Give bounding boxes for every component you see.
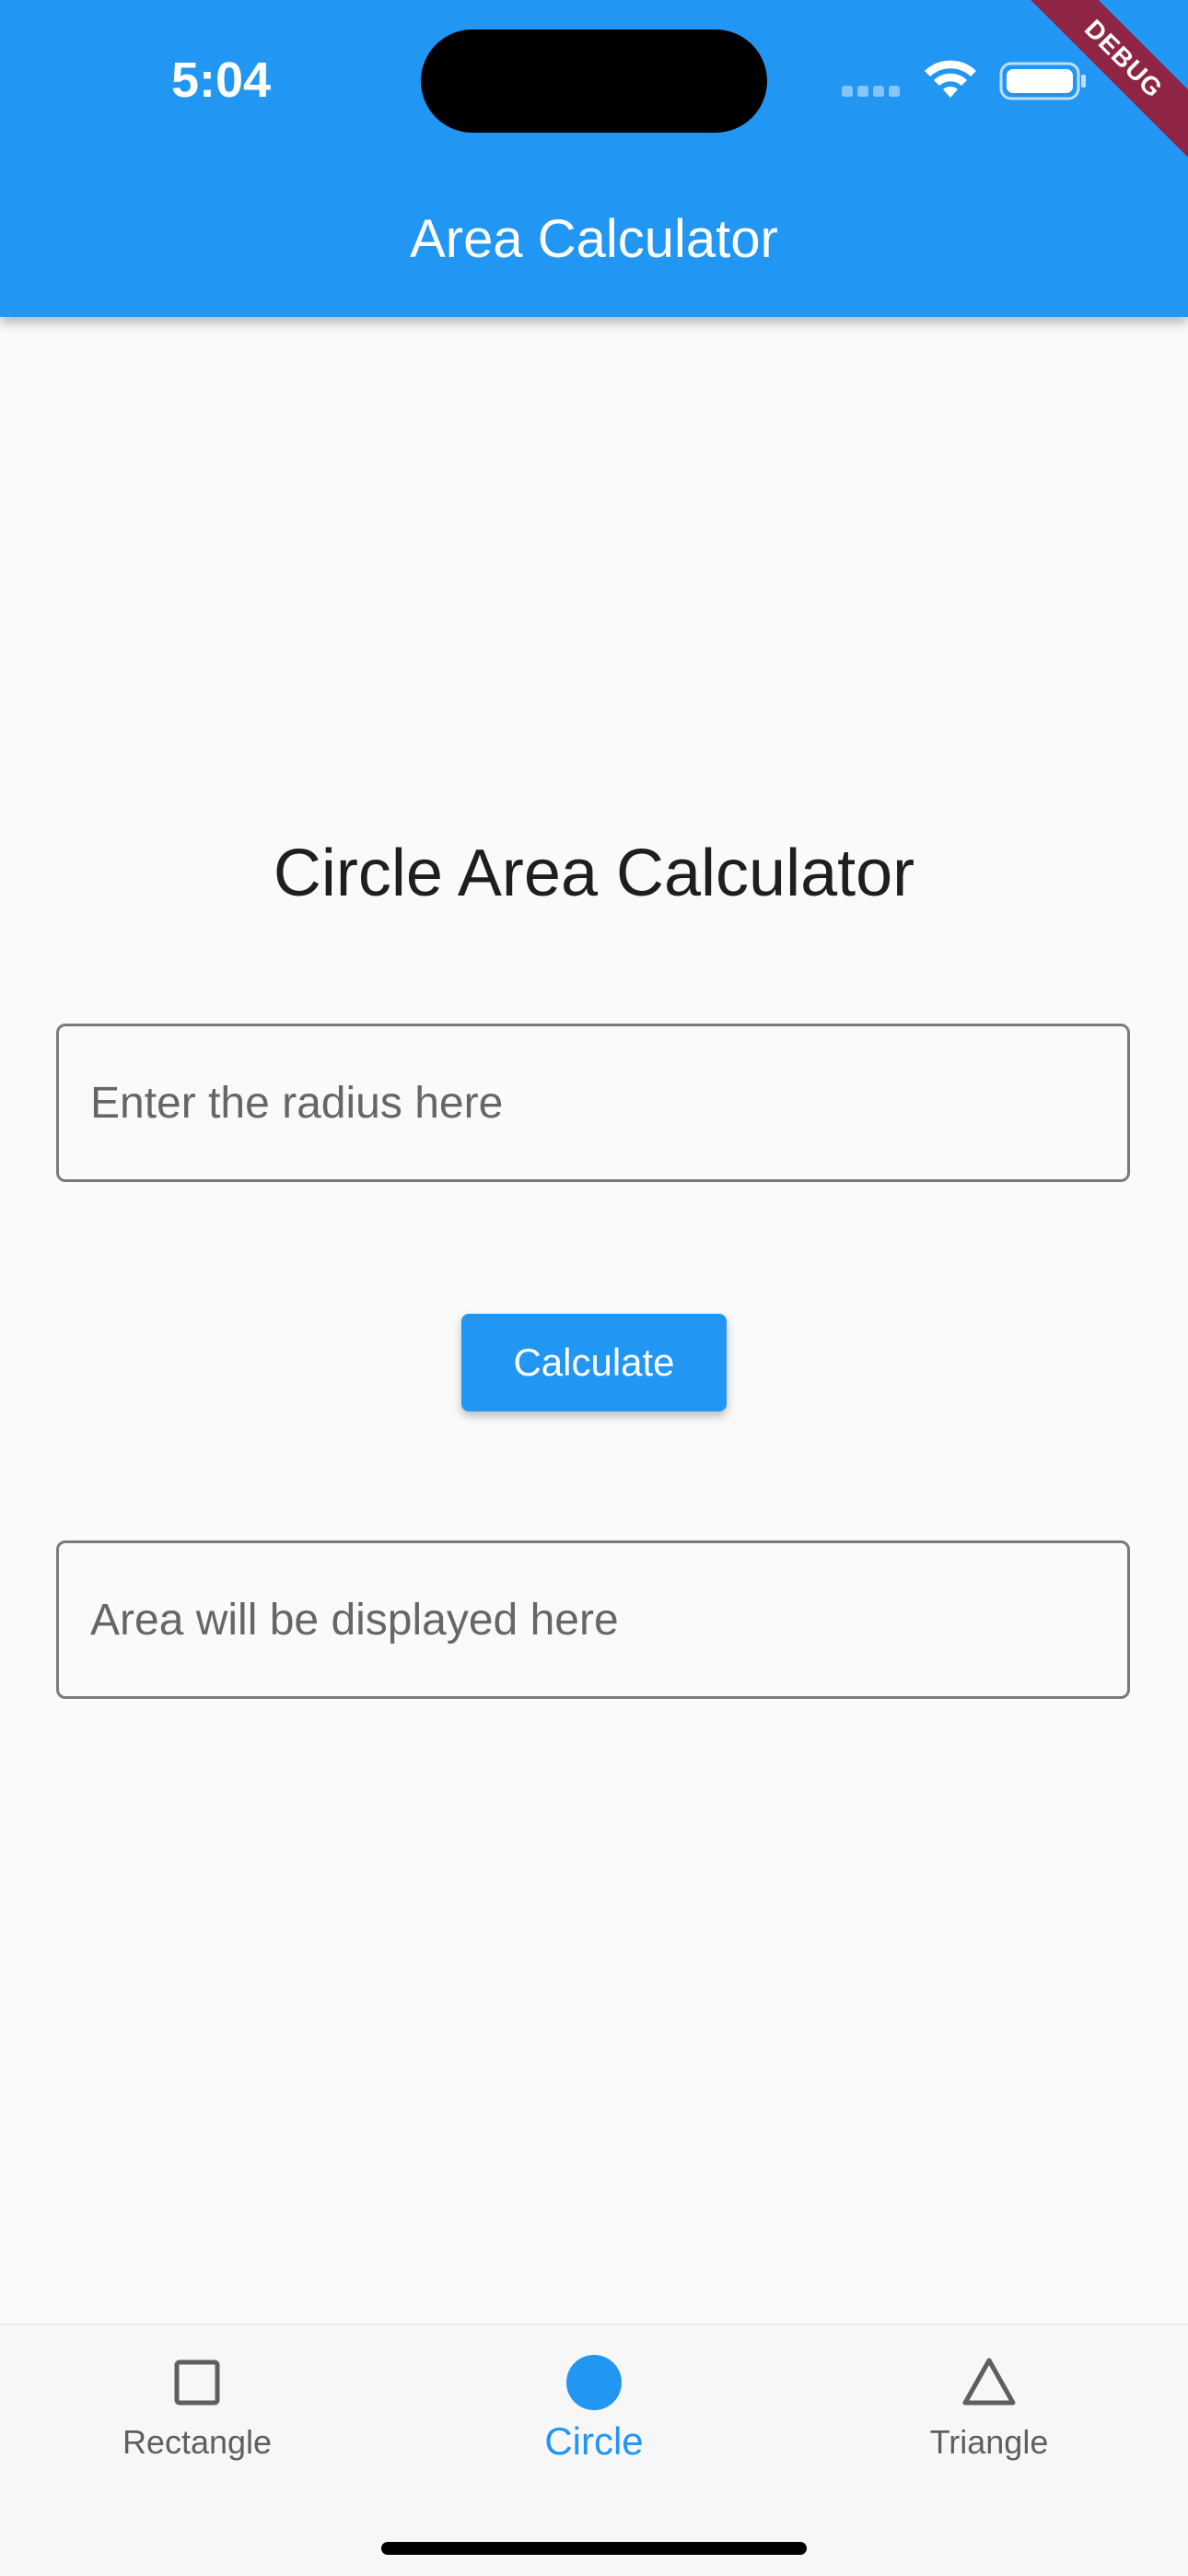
wifi-icon	[925, 60, 976, 98]
square-outline-icon	[174, 2359, 220, 2406]
area-output-field[interactable]	[56, 1540, 1130, 1699]
app-bar-title: Area Calculator	[410, 209, 778, 269]
nav-item-circle[interactable]: Circle	[442, 2353, 746, 2500]
dynamic-island	[421, 29, 767, 133]
nav-item-triangle[interactable]: Triangle	[837, 2353, 1141, 2500]
nav-label-rectangle: Rectangle	[122, 2423, 273, 2461]
home-indicator	[381, 2542, 807, 2555]
calculate-button[interactable]: Calculate	[461, 1314, 727, 1411]
nav-item-rectangle[interactable]: Rectangle	[45, 2353, 349, 2500]
app-screen: 5:04 Area Calculator DEBUG Circle Area C…	[0, 0, 1188, 2576]
triangle-outline-icon	[962, 2358, 1016, 2406]
nav-label-circle: Circle	[544, 2419, 644, 2463]
filled-circle-icon	[566, 2355, 622, 2410]
status-time: 5:04	[170, 53, 272, 108]
bottom-navigation-bar: Rectangle Circle Triangle	[0, 2324, 1188, 2576]
battery-icon	[999, 62, 1086, 100]
cellular-signal-icon	[842, 85, 906, 98]
app-bar: 5:04 Area Calculator	[0, 0, 1188, 317]
nav-label-triangle: Triangle	[929, 2423, 1049, 2461]
page-heading: Circle Area Calculator	[273, 837, 915, 910]
radius-input[interactable]	[56, 1024, 1130, 1182]
